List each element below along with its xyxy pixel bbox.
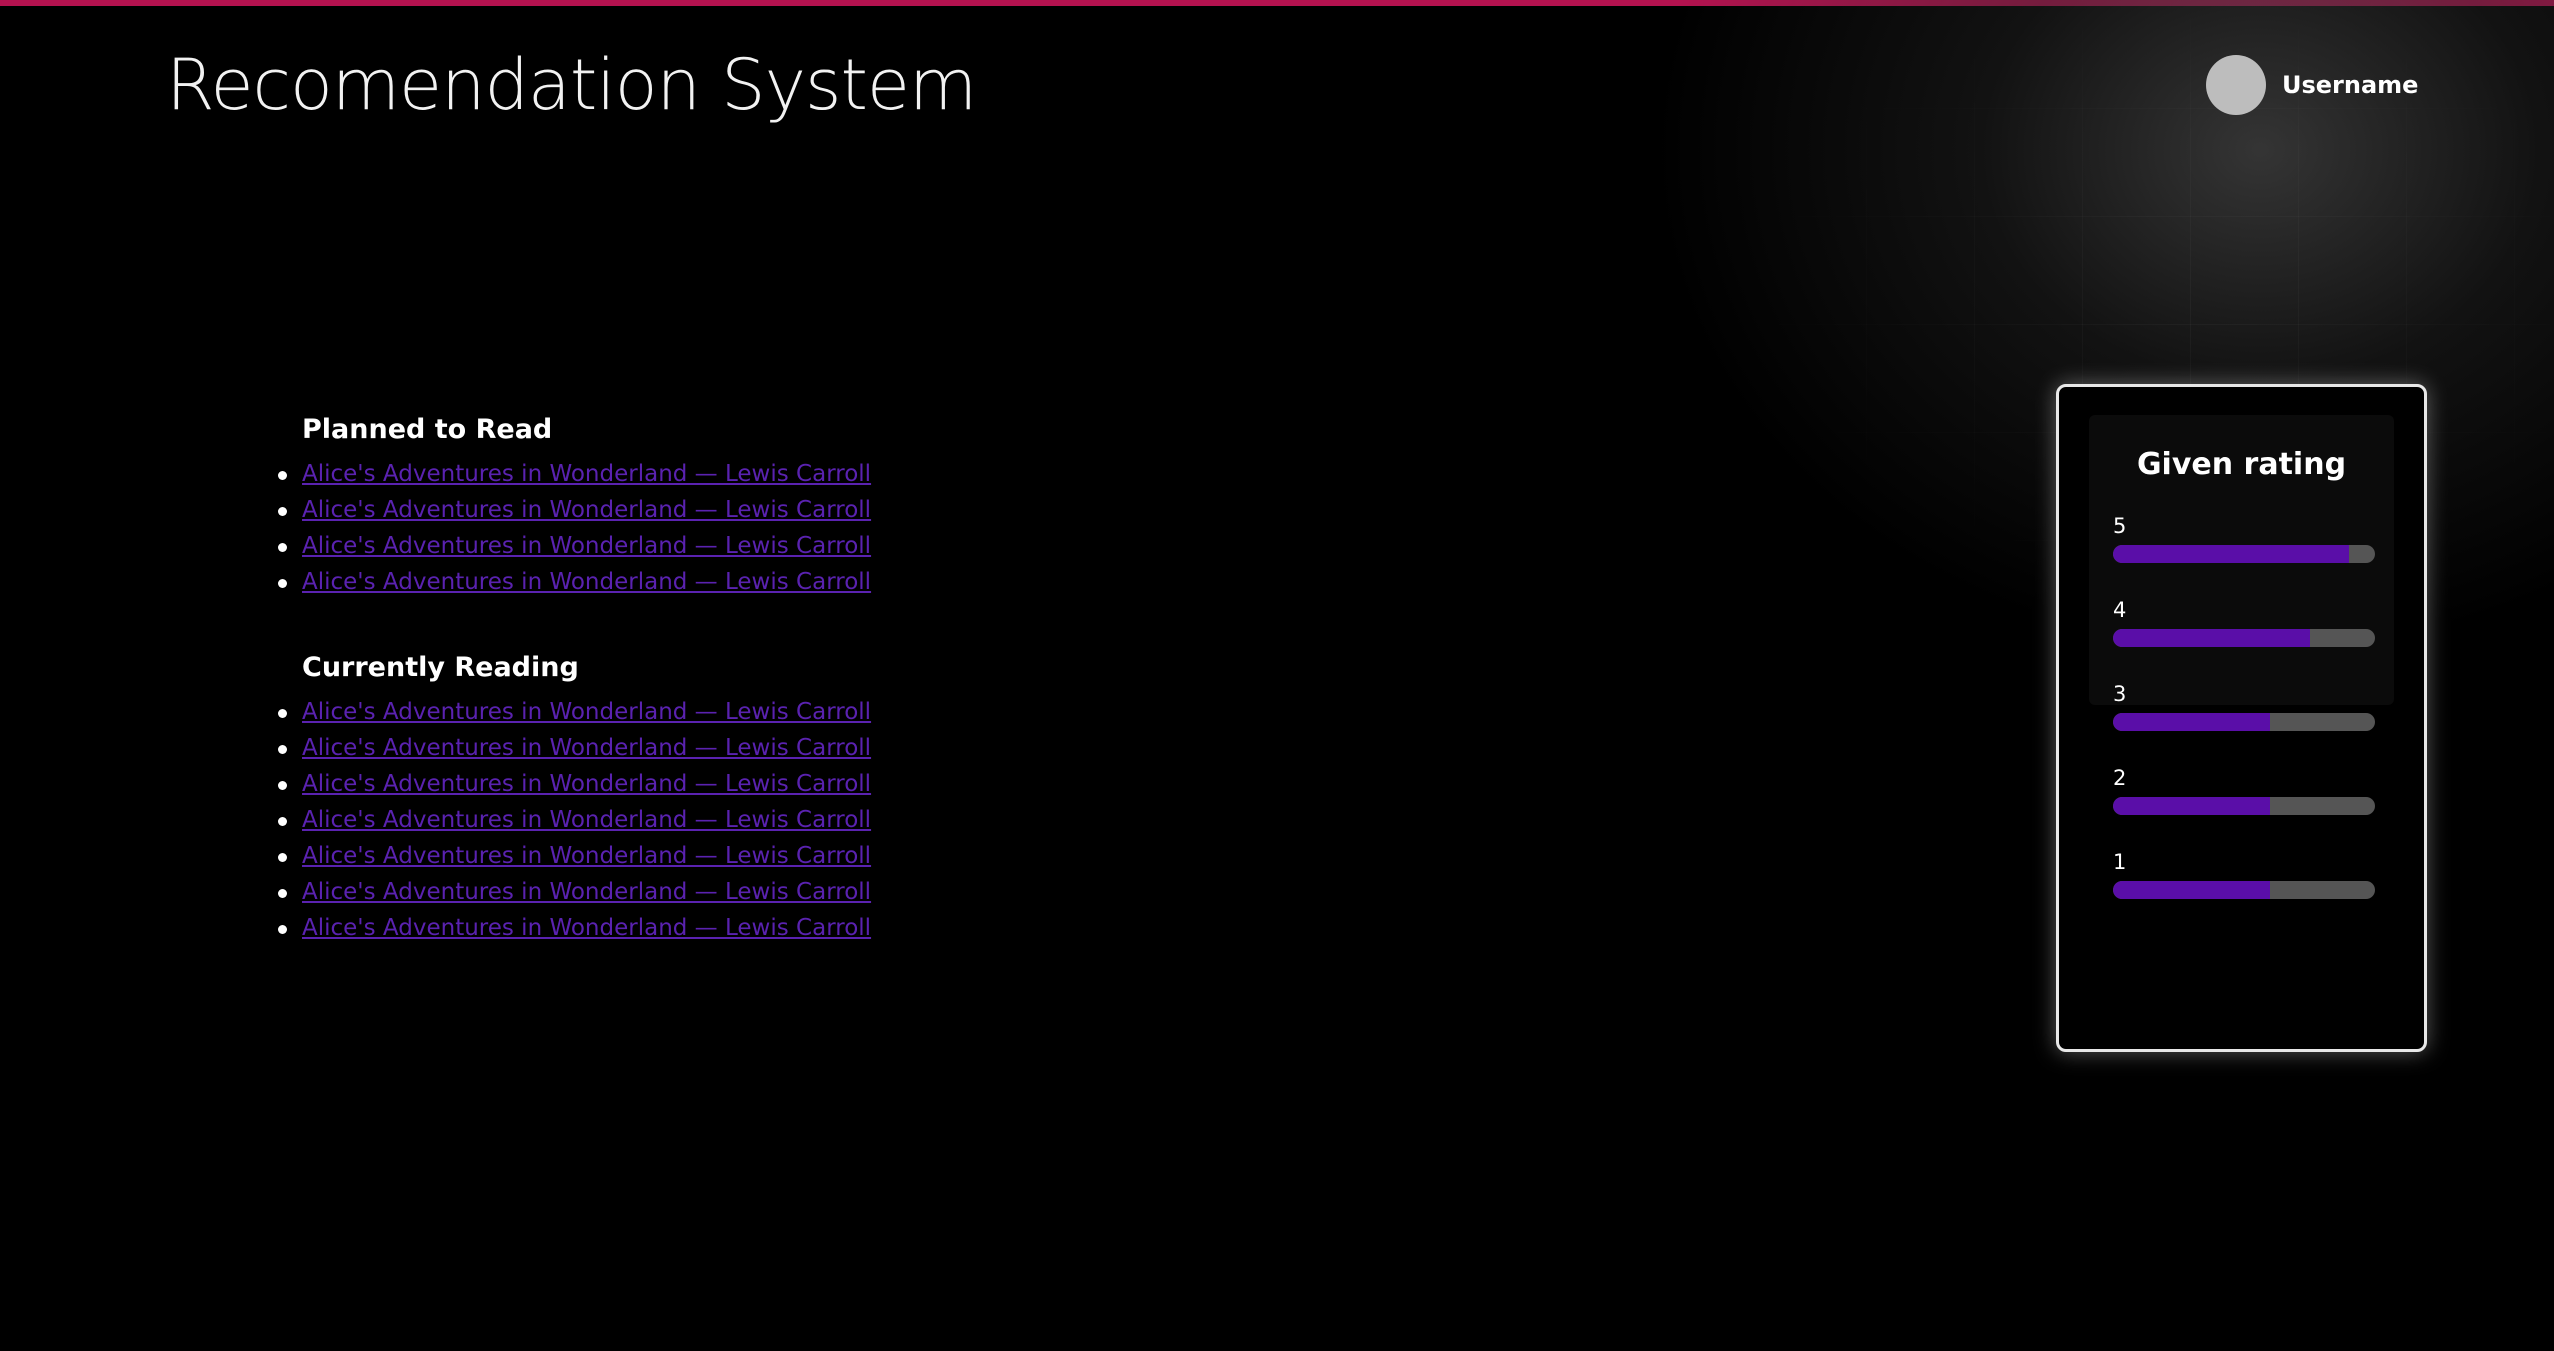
page: Recomendation System Username Planned to… bbox=[0, 0, 2554, 1351]
list-item: Alice's Adventures in Wonderland — Lewis… bbox=[277, 456, 871, 492]
rating-bar-track bbox=[2113, 545, 2375, 563]
rating-card: Given rating 5 4 3 2 1 bbox=[2056, 384, 2427, 1052]
username[interactable]: Username bbox=[2282, 71, 2418, 99]
list-item: Alice's Adventures in Wonderland — Lewis… bbox=[277, 694, 871, 730]
rating-row-2: 2 bbox=[2113, 765, 2375, 849]
book-link[interactable]: Alice's Adventures in Wonderland — Lewis… bbox=[302, 699, 871, 725]
reading-list: Alice's Adventures in Wonderland — Lewis… bbox=[277, 694, 871, 946]
rating-title: Given rating bbox=[2136, 447, 2347, 482]
rating-bar-track bbox=[2113, 797, 2375, 815]
rating-label: 1 bbox=[2113, 850, 2127, 874]
rating-bars: 5 4 3 2 1 bbox=[2113, 513, 2375, 933]
rating-bar-fill bbox=[2113, 881, 2271, 899]
rating-row-1: 1 bbox=[2113, 849, 2375, 933]
book-link[interactable]: Alice's Adventures in Wonderland — Lewis… bbox=[302, 807, 871, 833]
list-item: Alice's Adventures in Wonderland — Lewis… bbox=[277, 838, 871, 874]
book-link[interactable]: Alice's Adventures in Wonderland — Lewis… bbox=[302, 879, 871, 905]
rating-bar-fill bbox=[2113, 713, 2271, 731]
list-item: Alice's Adventures in Wonderland — Lewis… bbox=[277, 910, 871, 946]
book-link[interactable]: Alice's Adventures in Wonderland — Lewis… bbox=[302, 771, 871, 797]
rating-row-4: 4 bbox=[2113, 597, 2375, 681]
user-menu[interactable]: Username bbox=[2206, 55, 2418, 115]
book-link[interactable]: Alice's Adventures in Wonderland — Lewis… bbox=[302, 569, 871, 595]
rating-label: 2 bbox=[2113, 766, 2127, 790]
reading-title: Currently Reading bbox=[302, 652, 579, 683]
planned-list: Alice's Adventures in Wonderland — Lewis… bbox=[277, 456, 871, 600]
avatar[interactable] bbox=[2206, 55, 2266, 115]
rating-bar-fill bbox=[2113, 545, 2349, 563]
list-item: Alice's Adventures in Wonderland — Lewis… bbox=[277, 802, 871, 838]
rating-row-3: 3 bbox=[2113, 681, 2375, 765]
list-item: Alice's Adventures in Wonderland — Lewis… bbox=[277, 528, 871, 564]
book-link[interactable]: Alice's Adventures in Wonderland — Lewis… bbox=[302, 533, 871, 559]
rating-label: 3 bbox=[2113, 682, 2127, 706]
list-item: Alice's Adventures in Wonderland — Lewis… bbox=[277, 730, 871, 766]
rating-bar-fill bbox=[2113, 629, 2310, 647]
rating-bar-fill bbox=[2113, 797, 2271, 815]
rating-bar-track bbox=[2113, 713, 2375, 731]
book-link[interactable]: Alice's Adventures in Wonderland — Lewis… bbox=[302, 735, 871, 761]
book-link[interactable]: Alice's Adventures in Wonderland — Lewis… bbox=[302, 497, 871, 523]
list-item: Alice's Adventures in Wonderland — Lewis… bbox=[277, 564, 871, 600]
book-link[interactable]: Alice's Adventures in Wonderland — Lewis… bbox=[302, 843, 871, 869]
rating-row-5: 5 bbox=[2113, 513, 2375, 597]
list-item: Alice's Adventures in Wonderland — Lewis… bbox=[277, 874, 871, 910]
list-item: Alice's Adventures in Wonderland — Lewis… bbox=[277, 492, 871, 528]
list-item: Alice's Adventures in Wonderland — Lewis… bbox=[277, 766, 871, 802]
book-link[interactable]: Alice's Adventures in Wonderland — Lewis… bbox=[302, 461, 871, 487]
reading-section: Currently Reading Alice's Adventures in … bbox=[277, 648, 871, 946]
rating-bar-track bbox=[2113, 629, 2375, 647]
app-title: Recomendation System bbox=[166, 44, 977, 126]
planned-section: Planned to Read Alice's Adventures in Wo… bbox=[277, 410, 871, 600]
rating-label: 4 bbox=[2113, 598, 2127, 622]
planned-title: Planned to Read bbox=[302, 414, 553, 445]
book-lists: Planned to Read Alice's Adventures in Wo… bbox=[277, 410, 871, 994]
rating-label: 5 bbox=[2113, 514, 2127, 538]
book-link[interactable]: Alice's Adventures in Wonderland — Lewis… bbox=[302, 915, 871, 941]
rating-bar-track bbox=[2113, 881, 2375, 899]
